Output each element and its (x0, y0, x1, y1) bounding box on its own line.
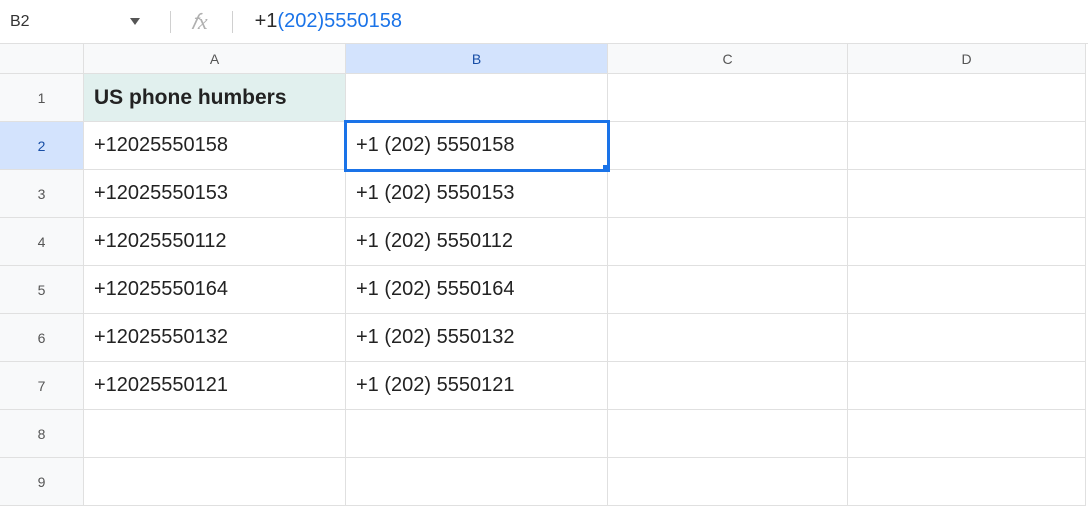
fx-icon: 𝑓x (191, 9, 208, 35)
cell-C9[interactable] (608, 458, 848, 506)
cell-C4[interactable] (608, 218, 848, 266)
divider (170, 11, 171, 33)
formula-token: 5550158 (324, 10, 402, 33)
cell-D8[interactable] (848, 410, 1086, 458)
cell-A4[interactable]: +12025550112 (84, 218, 346, 266)
fill-handle[interactable] (603, 165, 608, 170)
dropdown-icon[interactable] (130, 18, 140, 25)
cell-B4[interactable]: +1 (202) 5550112 (346, 218, 608, 266)
row: 7+12025550121+1 (202) 5550121 (0, 362, 1088, 410)
cell-B2[interactable]: +1 (202) 5550158 (346, 122, 608, 170)
row-header-2[interactable]: 2 (0, 122, 84, 170)
formula-token: +1 (255, 10, 278, 33)
spreadsheet-grid[interactable]: ABCD 1US phone humbers2+12025550158+1 (2… (0, 44, 1088, 506)
cell-A6[interactable]: +12025550132 (84, 314, 346, 362)
cell-A8[interactable] (84, 410, 346, 458)
cell-C2[interactable] (608, 122, 848, 170)
cell-C7[interactable] (608, 362, 848, 410)
column-header-B[interactable]: B (346, 44, 608, 74)
cell-C6[interactable] (608, 314, 848, 362)
cell-D2[interactable] (848, 122, 1086, 170)
cell-A7[interactable]: +12025550121 (84, 362, 346, 410)
select-all-corner[interactable] (0, 44, 84, 74)
divider (232, 11, 233, 33)
cell-D3[interactable] (848, 170, 1086, 218)
row-header-7[interactable]: 7 (0, 362, 84, 410)
column-header-D[interactable]: D (848, 44, 1086, 74)
cell-A9[interactable] (84, 458, 346, 506)
cell-C3[interactable] (608, 170, 848, 218)
row: 8 (0, 410, 1088, 458)
cell-B7[interactable]: +1 (202) 5550121 (346, 362, 608, 410)
row-header-3[interactable]: 3 (0, 170, 84, 218)
cell-D4[interactable] (848, 218, 1086, 266)
cell-B8[interactable] (346, 410, 608, 458)
formula-token: ( (277, 10, 284, 33)
formula-token: ) (317, 10, 324, 33)
row-header-4[interactable]: 4 (0, 218, 84, 266)
cell-B1[interactable] (346, 74, 608, 122)
row: 3+12025550153+1 (202) 5550153 (0, 170, 1088, 218)
row-header-1[interactable]: 1 (0, 74, 84, 122)
name-box[interactable]: B2 (10, 13, 150, 31)
cell-A1[interactable]: US phone humbers (84, 74, 346, 122)
row: 5+12025550164+1 (202) 5550164 (0, 266, 1088, 314)
row: 1US phone humbers (0, 74, 1088, 122)
column-header-C[interactable]: C (608, 44, 848, 74)
cell-C1[interactable] (608, 74, 848, 122)
cell-D6[interactable] (848, 314, 1086, 362)
cell-D1[interactable] (848, 74, 1086, 122)
cell-A3[interactable]: +12025550153 (84, 170, 346, 218)
cell-D5[interactable] (848, 266, 1086, 314)
cell-B3[interactable]: +1 (202) 5550153 (346, 170, 608, 218)
row-header-6[interactable]: 6 (0, 314, 84, 362)
formula-input[interactable]: +1 (202) 5550158 (255, 10, 402, 33)
cell-A2[interactable]: +12025550158 (84, 122, 346, 170)
row-header-5[interactable]: 5 (0, 266, 84, 314)
cell-C5[interactable] (608, 266, 848, 314)
cell-D7[interactable] (848, 362, 1086, 410)
formula-token: 202 (284, 10, 317, 33)
row: 6+12025550132+1 (202) 5550132 (0, 314, 1088, 362)
formula-bar: B2 𝑓x +1 (202) 5550158 (0, 0, 1088, 44)
row: 4+12025550112+1 (202) 5550112 (0, 218, 1088, 266)
row: 9 (0, 458, 1088, 506)
row-header-8[interactable]: 8 (0, 410, 84, 458)
row: 2+12025550158+1 (202) 5550158 (0, 122, 1088, 170)
cell-C8[interactable] (608, 410, 848, 458)
cell-B9[interactable] (346, 458, 608, 506)
cell-D9[interactable] (848, 458, 1086, 506)
cell-A5[interactable]: +12025550164 (84, 266, 346, 314)
name-box-value: B2 (10, 13, 30, 31)
column-header-A[interactable]: A (84, 44, 346, 74)
cell-B5[interactable]: +1 (202) 5550164 (346, 266, 608, 314)
cell-B6[interactable]: +1 (202) 5550132 (346, 314, 608, 362)
row-header-9[interactable]: 9 (0, 458, 84, 506)
